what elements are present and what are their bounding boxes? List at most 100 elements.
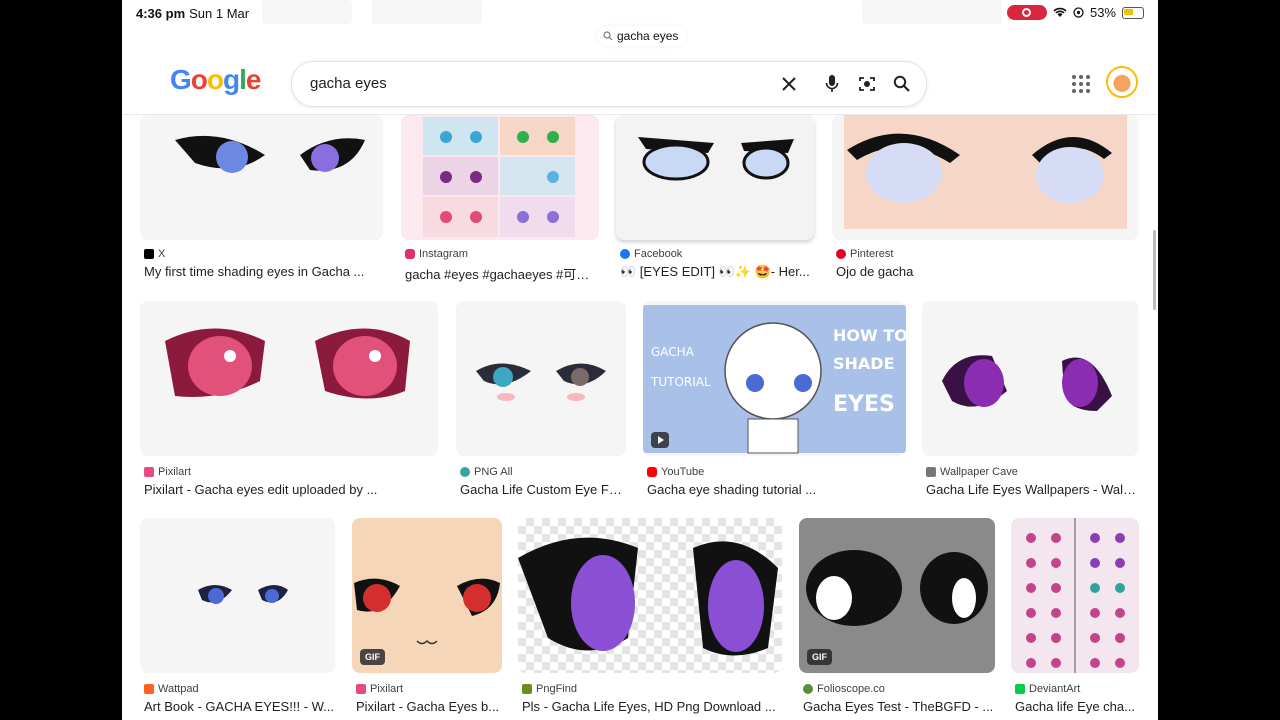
result-title[interactable]: Gacha Life Custom Eye Fe... (460, 482, 626, 497)
location-icon (1073, 7, 1084, 18)
pngfind-logo-icon (522, 684, 532, 694)
result-card[interactable]: Facebook 👀 [EYES EDIT] 👀✨ 🤩- Her... (616, 115, 814, 285)
microphone-icon[interactable] (821, 73, 843, 95)
tutorial-text: HOW TO (833, 326, 906, 345)
search-icon (603, 31, 613, 41)
battery-icon (1122, 6, 1144, 19)
folioscope-logo-icon (803, 684, 813, 694)
tutorial-text: GACHA (651, 345, 695, 359)
result-source: PngFind (522, 683, 577, 695)
result-thumbnail[interactable] (401, 115, 599, 240)
result-thumbnail[interactable] (832, 115, 1139, 240)
clear-icon[interactable] (778, 73, 800, 95)
result-source: Pixilart (144, 466, 191, 478)
search-icon[interactable] (891, 73, 913, 95)
gif-badge: GIF (360, 649, 385, 665)
search-box[interactable]: gacha eyes (291, 61, 927, 107)
result-title[interactable]: Pixilart - Gacha eyes edit uploaded by .… (144, 482, 434, 497)
result-card[interactable]: Instagram gacha #eyes #gachaeyes #可愛... (401, 115, 599, 285)
pngall-logo-icon (460, 467, 470, 477)
result-title[interactable]: My first time shading eyes in Gacha ... (144, 264, 379, 279)
youtube-logo-icon (647, 467, 657, 477)
result-thumbnail[interactable] (140, 301, 438, 456)
result-card[interactable]: Pinterest Ojo de gacha (832, 115, 1139, 285)
result-source: Wattpad (144, 683, 199, 695)
result-source: Pinterest (836, 248, 893, 260)
result-source: YouTube (647, 466, 704, 478)
screen: 4:36 pm Sun 1 Mar 53% gacha eyes Google g… (122, 0, 1158, 720)
result-title[interactable]: Pixilart - Gacha Eyes b... (356, 699, 502, 714)
result-card[interactable]: Wallpaper Cave Gacha Life Eyes Wallpaper… (922, 301, 1139, 501)
result-thumbnail[interactable] (140, 518, 335, 673)
result-title[interactable]: Gacha Eyes Test - TheBGFD - ... (803, 699, 995, 714)
result-thumbnail[interactable]: GACHA TUTORIAL HOW TO SHADE EYES (643, 301, 906, 456)
pixilart-logo-icon (356, 684, 366, 694)
result-thumbnail[interactable]: GIF (352, 518, 502, 673)
avatar[interactable] (1106, 66, 1138, 98)
google-header: Google gacha eyes (122, 56, 1158, 115)
result-card[interactable]: Pixilart Pixilart - Gacha eyes edit uplo… (140, 301, 438, 501)
result-thumbnail[interactable] (616, 115, 814, 240)
search-input[interactable]: gacha eyes (310, 75, 387, 92)
result-source: PNG All (460, 466, 513, 478)
result-title[interactable]: Ojo de gacha (836, 264, 1136, 279)
tutorial-text: SHADE (833, 354, 895, 373)
result-title[interactable]: 👀 [EYES EDIT] 👀✨ 🤩- Her... (620, 264, 814, 280)
result-card[interactable]: Wattpad Art Book - GACHA EYES!!! - W... (140, 518, 335, 720)
video-play-icon (651, 432, 669, 448)
screen-record-icon (1006, 5, 1047, 20)
pinterest-logo-icon (836, 249, 846, 259)
result-source: Wallpaper Cave (926, 466, 1018, 478)
result-source: DeviantArt (1015, 683, 1080, 695)
google-logo[interactable]: Google (170, 64, 261, 96)
facebook-logo-icon (620, 249, 630, 259)
result-thumbnail[interactable] (140, 115, 383, 240)
result-thumbnail[interactable] (456, 301, 626, 456)
instagram-logo-icon (405, 249, 415, 259)
pixilart-logo-icon (144, 467, 154, 477)
lens-camera-icon[interactable] (856, 73, 878, 95)
battery-percent: 53% (1089, 5, 1116, 20)
wattpad-logo-icon (144, 684, 154, 694)
tab-pill[interactable]: gacha eyes (597, 26, 687, 46)
faded-content (372, 0, 482, 24)
result-thumbnail[interactable]: GIF (799, 518, 995, 673)
result-card[interactable]: PngFind Pls - Gacha Life Eyes, HD Png Do… (518, 518, 782, 720)
result-thumbnail[interactable] (922, 301, 1139, 456)
faded-content (262, 0, 352, 24)
scrollbar[interactable] (1153, 230, 1156, 310)
result-title[interactable]: Pls - Gacha Life Eyes, HD Png Download .… (522, 699, 782, 714)
result-card[interactable]: X My first time shading eyes in Gacha ..… (140, 115, 383, 285)
result-source: Facebook (620, 248, 682, 260)
apps-grid-icon[interactable] (1072, 75, 1090, 93)
result-source: X (144, 248, 165, 260)
result-title[interactable]: gacha #eyes #gachaeyes #可愛... (405, 264, 599, 283)
x-logo-icon (144, 249, 154, 259)
status-time: 4:36 pm Sun 1 Mar (136, 6, 250, 21)
result-title[interactable]: Gacha Life Eyes Wallpapers - Wall... (926, 482, 1136, 497)
result-card[interactable]: DeviantArt Gacha life Eye cha... (1011, 518, 1139, 720)
result-title[interactable]: Gacha eye shading tutorial ... (647, 482, 906, 497)
result-title[interactable]: Art Book - GACHA EYES!!! - W... (144, 699, 334, 714)
result-card[interactable]: GACHA TUTORIAL HOW TO SHADE EYES YouTube Gac… (643, 301, 906, 501)
result-card[interactable]: PNG All Gacha Life Custom Eye Fe... (456, 301, 626, 501)
deviantart-logo-icon (1015, 684, 1025, 694)
result-source: Folioscope.co (803, 683, 885, 695)
tutorial-text: EYES (833, 392, 895, 417)
tab-pill-label: gacha eyes (617, 29, 679, 43)
status-date: Sun 1 Mar (189, 6, 250, 21)
gif-badge: GIF (807, 649, 832, 665)
result-card[interactable]: GIF Folioscope.co Gacha Eyes Test - TheB… (799, 518, 995, 720)
result-source: Instagram (405, 248, 468, 260)
result-title[interactable]: Gacha life Eye cha... (1015, 699, 1137, 714)
image-results: X My first time shading eyes in Gacha ..… (122, 115, 1158, 720)
result-source: Pixilart (356, 683, 403, 695)
result-thumbnail[interactable] (518, 518, 782, 673)
wifi-icon (1053, 7, 1067, 17)
status-icons: 53% (1006, 5, 1144, 20)
result-thumbnail[interactable] (1011, 518, 1139, 673)
result-card[interactable]: GIF Pixilart Pixilart - Gacha Eyes b... (352, 518, 502, 720)
wallpapercave-logo-icon (926, 467, 936, 477)
tutorial-text: TUTORIAL (650, 375, 711, 389)
faded-content (862, 0, 1002, 24)
